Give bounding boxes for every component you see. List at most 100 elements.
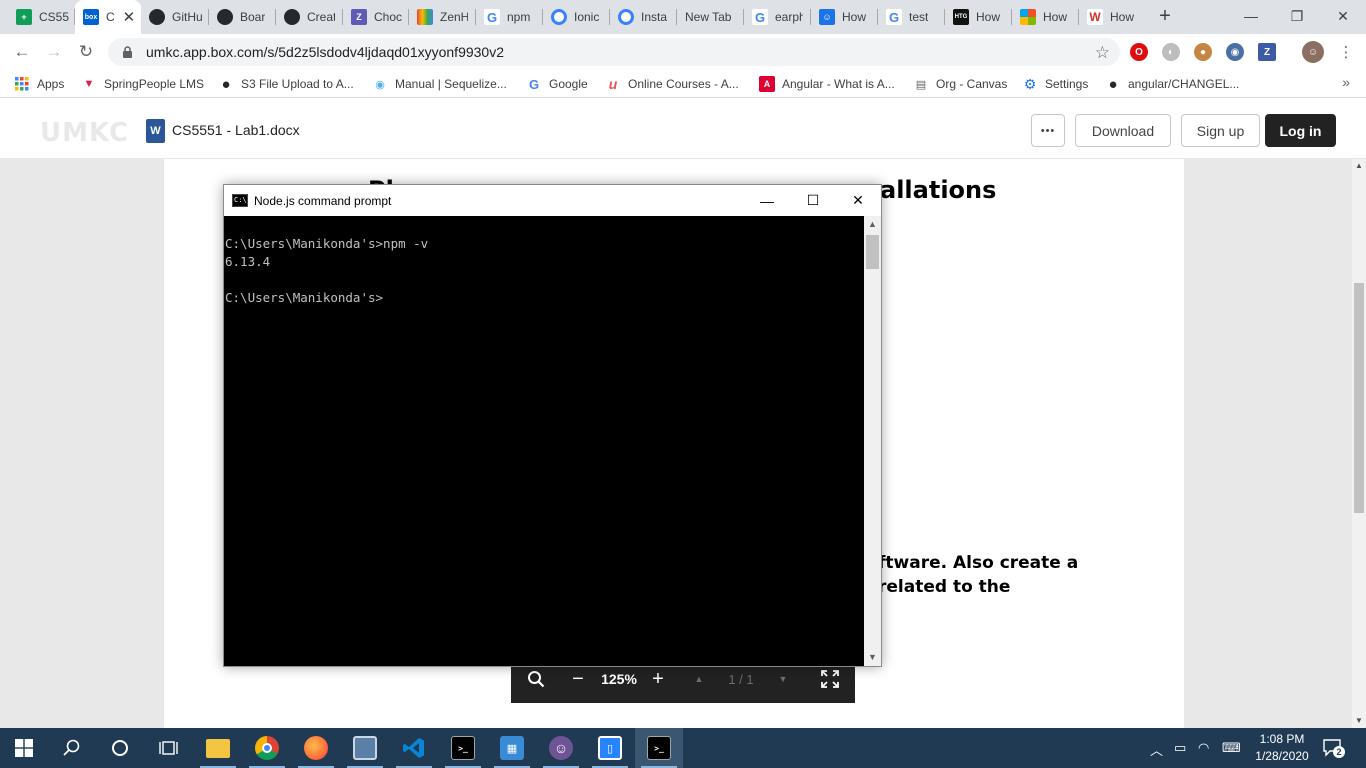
chrome-taskbar-button[interactable] [243,728,291,768]
bookmark-springpeople[interactable]: ▼ SpringPeople LMS [81,75,205,93]
zenhub-extension-icon[interactable]: Z [1258,43,1276,61]
nodejs-prompt-taskbar-button[interactable]: >_ [635,728,683,768]
document-title: CS5551 - Lab1.docx [172,122,300,138]
tab-github-2[interactable]: Boar [209,0,276,34]
apps-grid-icon [14,76,30,92]
bookmark-label: Org - Canvas [936,77,1008,91]
scroll-down-arrow-icon[interactable]: ▼ [864,649,881,666]
microsoft-icon [1020,9,1036,25]
nodejs-command-prompt-window[interactable]: C:\ Node.js command prompt — ☐ ✕ C:\User… [223,184,882,667]
bookmark-angular[interactable]: A Angular - What is A... [759,75,895,93]
system-clock[interactable]: 1:08 PM 1/28/2020 [1250,731,1314,765]
log-in-button[interactable]: Log in [1265,114,1336,147]
cookie-icon[interactable]: ● [1194,43,1212,61]
new-tab-button[interactable]: + [1155,6,1175,26]
tab-ionic[interactable]: Ionic [543,0,610,34]
cmd-maximize-button[interactable]: ☐ [790,185,836,216]
scroll-up-arrow-icon[interactable]: ▲ [864,216,881,233]
ionic-icon [618,9,634,25]
control-panel-taskbar-button[interactable]: ▦ [488,728,536,768]
more-bookmarks-icon[interactable]: » [1342,74,1350,90]
scrollbar-thumb[interactable] [1354,283,1364,513]
sourcetree-icon: ▯ [598,736,622,760]
document-text-line-1: ftware. Also create a [878,553,1079,573]
tab-title: Insta [641,10,668,24]
bookmark-label: Angular - What is A... [782,77,895,91]
scrollbar-thumb[interactable] [866,235,879,269]
windows-start-button[interactable] [0,728,48,768]
battery-icon[interactable]: ▭ [1174,740,1186,756]
tab-insta[interactable]: Insta [610,0,677,34]
close-tab-icon[interactable]: ✕ [123,8,136,26]
tab-box-active[interactable]: box C ✕ [75,0,141,34]
eye-extension-icon[interactable]: ◉ [1226,43,1244,61]
forward-button[interactable]: → [42,40,66,64]
bookmark-settings[interactable]: ⚙ Settings [1022,75,1089,93]
cmd-close-button[interactable]: ✕ [835,185,881,216]
browser-menu-icon[interactable]: ⋮ [1334,40,1358,64]
cmd-title-bar[interactable]: C:\ Node.js command prompt — ☐ ✕ [224,185,881,216]
notification-center-button[interactable]: 2 [1322,737,1345,759]
task-view-icon[interactable] [144,728,192,768]
htg-icon: HTG [953,9,969,25]
bookmark-google[interactable]: G Google [526,75,588,93]
reload-button[interactable]: ↻ [74,40,98,64]
page-scrollbar[interactable]: ▲ ▼ [1352,159,1366,728]
command-prompt-taskbar-button[interactable]: >_ [439,728,487,768]
download-button[interactable]: Download [1075,114,1171,147]
tab-github-3[interactable]: Creat [276,0,343,34]
tab-cs55[interactable]: + CS55 [2,0,75,34]
back-button[interactable]: ← [10,40,34,64]
cmd-scrollbar[interactable]: ▲ ▼ [864,216,881,666]
tab-title: ZenH [440,10,468,24]
tab-how-microsoft[interactable]: How [1012,0,1079,34]
sign-up-button[interactable]: Sign up [1181,114,1260,147]
more-options-button[interactable]: ••• [1031,114,1065,147]
minimize-window-button[interactable]: — [1228,0,1274,32]
opera-adblock-icon[interactable]: O [1130,43,1148,61]
vscode-taskbar-button[interactable] [390,728,438,768]
bookmark-label: Google [549,77,588,91]
firefox-taskbar-button[interactable] [292,728,340,768]
sourcetree-taskbar-button[interactable]: ▯ [586,728,634,768]
cmd-console-output[interactable]: C:\Users\Manikonda's>npm -v 6.13.4 C:\Us… [224,216,864,666]
console-prompt-line[interactable]: C:\Users\Manikonda's> [225,289,864,307]
tab-earph[interactable]: G earph [744,0,811,34]
extension-circle-icon[interactable]: ◐ [1162,43,1180,61]
tab-how-wikihow[interactable]: W How [1079,0,1146,34]
tab-npm[interactable]: G npm [476,0,543,34]
bookmark-star-icon[interactable]: ☆ [1095,43,1110,63]
search-icon[interactable] [48,728,96,768]
bookmark-sequelize[interactable]: ◉ Manual | Sequelize... [372,75,507,93]
address-bar[interactable]: umkc.app.box.com/s/5d2z5lsdodv4ljdaqd01x… [108,38,1120,66]
tab-zenhub-2[interactable]: ZenH [409,0,476,34]
scroll-down-arrow-icon[interactable]: ▼ [1352,714,1366,728]
tab-how-htg[interactable]: HTG How [945,0,1012,34]
umkc-logo[interactable]: UMKC [40,118,129,148]
profile-avatar[interactable]: ☺ [1302,41,1324,63]
tab-github-1[interactable]: GitHu [141,0,209,34]
cmd-minimize-button[interactable]: — [744,185,790,216]
box-header: UMKC W CS5551 - Lab1.docx ••• Download S… [0,102,1366,159]
show-hidden-icons-icon[interactable]: ︿ [1150,740,1163,759]
remote-desktop-taskbar-button[interactable] [341,728,389,768]
close-window-button[interactable]: ✕ [1320,0,1366,32]
tab-new-tab[interactable]: New Tab [677,0,744,34]
wifi-icon[interactable]: ◠ [1198,740,1209,756]
tab-zenhub[interactable]: Z Choc [343,0,409,34]
tab-test[interactable]: G test [878,0,945,34]
bookmark-apps[interactable]: Apps [14,75,64,93]
gear-icon: ⚙ [1023,75,1037,92]
cortana-icon[interactable] [96,728,144,768]
file-explorer-taskbar-button[interactable] [194,728,242,768]
tab-how-1[interactable]: ☺ How [811,0,878,34]
bookmark-udemy[interactable]: u Online Courses - A... [605,75,739,93]
keyboard-icon[interactable]: ⌨ [1222,740,1241,756]
github-desktop-taskbar-button[interactable]: ☺ [537,728,585,768]
word-document-icon: W [146,119,165,143]
restore-window-button[interactable]: ❐ [1274,0,1320,32]
bookmark-angular-changelog[interactable]: ● angular/CHANGEL... [1105,75,1239,93]
bookmark-canvas[interactable]: ▤ Org - Canvas [913,75,1008,93]
bookmark-s3-upload[interactable]: ● S3 File Upload to A... [218,75,353,93]
scroll-up-arrow-icon[interactable]: ▲ [1352,159,1366,173]
